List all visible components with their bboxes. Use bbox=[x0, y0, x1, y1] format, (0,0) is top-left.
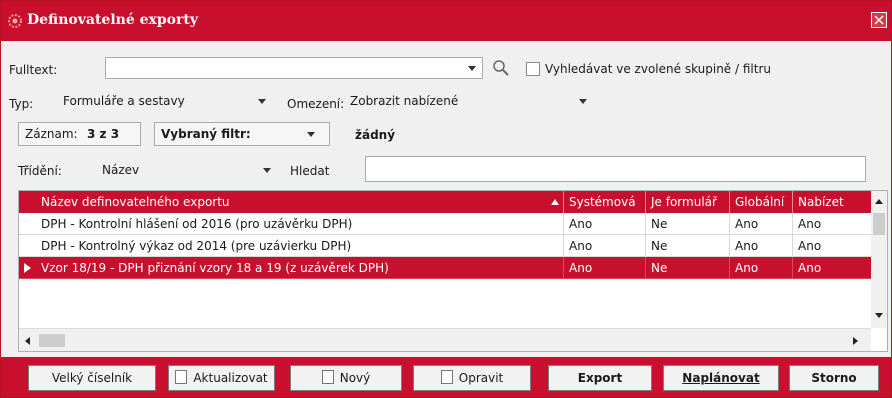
velky-ciselnik-button[interactable]: Velký číselník bbox=[28, 365, 156, 391]
button-bar: Velký číselník Aktualizovat Nový Opravit… bbox=[1, 357, 891, 397]
vertical-scrollbar[interactable] bbox=[871, 191, 887, 328]
column-header-formular[interactable]: Je formulář bbox=[645, 191, 729, 213]
window-title: Definovatelné exporty bbox=[27, 12, 198, 28]
hledat-input[interactable] bbox=[365, 156, 866, 182]
column-header-systemova[interactable]: Systémová bbox=[563, 191, 645, 213]
cell-name: DPH - Kontrolní hlášení od 2016 (pro uzá… bbox=[19, 213, 563, 235]
table-row[interactable]: DPH - Kontrolný výkaz od 2014 (pre uzávi… bbox=[19, 235, 871, 257]
export-button[interactable]: Export bbox=[548, 365, 652, 391]
scroll-right-icon[interactable] bbox=[853, 337, 858, 345]
edit-icon bbox=[440, 370, 453, 384]
app-logo-icon bbox=[8, 14, 22, 28]
horizontal-scroll-thumb[interactable] bbox=[39, 334, 65, 347]
search-in-group-label: Vyhledávat ve zvolené skupině / filtru bbox=[545, 62, 772, 76]
record-value: 3 z 3 bbox=[87, 127, 120, 141]
fulltext-label: Fulltext: bbox=[9, 63, 58, 77]
close-icon[interactable] bbox=[871, 12, 887, 28]
record-counter: Záznam: 3 z 3 bbox=[18, 122, 141, 146]
horizontal-scrollbar[interactable] bbox=[19, 328, 871, 351]
chevron-down-icon[interactable] bbox=[579, 99, 587, 104]
cell-systemova: Ano bbox=[563, 213, 645, 235]
chevron-down-icon[interactable] bbox=[307, 132, 315, 137]
cell-formular: Ne bbox=[645, 257, 729, 279]
search-icon[interactable] bbox=[492, 59, 510, 77]
cell-nabizet: Ano bbox=[792, 213, 871, 235]
column-header-nabizet[interactable]: Nabízet bbox=[792, 191, 871, 213]
table-row[interactable]: DPH - Kontrolní hlášení od 2016 (pro uzá… bbox=[19, 213, 871, 235]
chevron-down-icon[interactable] bbox=[258, 99, 266, 104]
column-header-name[interactable]: Název definovatelného exportu bbox=[19, 191, 563, 213]
cell-name: Vzor 18/19 - DPH přiznání vzory 18 a 19 … bbox=[19, 257, 563, 279]
omezeni-select[interactable]: Zobrazit nabízené bbox=[345, 91, 593, 113]
cell-systemova: Ano bbox=[563, 235, 645, 257]
vertical-scroll-thumb[interactable] bbox=[873, 213, 885, 235]
scroll-left-icon[interactable] bbox=[25, 337, 30, 345]
filter-select[interactable]: Vybraný filtr: bbox=[154, 122, 330, 146]
exports-grid: Název definovatelného exportu Systémová … bbox=[18, 190, 888, 352]
omezeni-label: Omezení: bbox=[287, 97, 345, 111]
search-in-group-checkbox[interactable] bbox=[526, 62, 540, 76]
novy-button[interactable]: Nový bbox=[290, 365, 402, 391]
filter-value: žádný bbox=[355, 128, 396, 142]
hledat-label: Hledat bbox=[290, 164, 330, 178]
cell-name: DPH - Kontrolný výkaz od 2014 (pre uzávi… bbox=[19, 235, 563, 257]
scroll-up-icon[interactable] bbox=[875, 199, 883, 204]
chevron-down-icon[interactable] bbox=[263, 168, 271, 173]
cell-nabizet: Ano bbox=[792, 235, 871, 257]
chevron-down-icon[interactable] bbox=[468, 66, 476, 71]
sort-ascending-icon bbox=[551, 199, 559, 205]
naplanovat-button[interactable]: Naplánovat bbox=[663, 365, 779, 391]
aktualizovat-button[interactable]: Aktualizovat bbox=[168, 365, 275, 391]
refresh-icon bbox=[175, 370, 188, 384]
scroll-down-icon[interactable] bbox=[875, 313, 883, 318]
record-label: Záznam: bbox=[25, 127, 78, 141]
new-document-icon bbox=[321, 370, 334, 384]
cell-globalni: Ano bbox=[729, 235, 792, 257]
export-dialog: Definovatelné exporty Fulltext: Vyhledáv… bbox=[0, 0, 892, 398]
title-bar: Definovatelné exporty bbox=[1, 1, 891, 41]
filter-label: Vybraný filtr: bbox=[161, 127, 251, 141]
opravit-button[interactable]: Opravit bbox=[413, 365, 531, 391]
cell-globalni: Ano bbox=[729, 213, 792, 235]
storno-button[interactable]: Storno bbox=[789, 365, 879, 391]
typ-select[interactable]: Formuláře a sestavy bbox=[58, 91, 272, 113]
typ-label: Typ: bbox=[9, 97, 34, 111]
trideni-label: Třídění: bbox=[18, 164, 62, 178]
cell-systemova: Ano bbox=[563, 257, 645, 279]
trideni-select[interactable]: Název bbox=[97, 158, 277, 180]
cell-nabizet: Ano bbox=[792, 257, 871, 279]
cell-formular: Ne bbox=[645, 235, 729, 257]
cell-globalni: Ano bbox=[729, 257, 792, 279]
grid-header: Název definovatelného exportu Systémová … bbox=[19, 191, 871, 213]
fulltext-input[interactable] bbox=[105, 57, 483, 79]
column-header-globalni[interactable]: Globální bbox=[729, 191, 792, 213]
cell-formular: Ne bbox=[645, 213, 729, 235]
table-row-selected[interactable]: Vzor 18/19 - DPH přiznání vzory 18 a 19 … bbox=[19, 257, 871, 279]
